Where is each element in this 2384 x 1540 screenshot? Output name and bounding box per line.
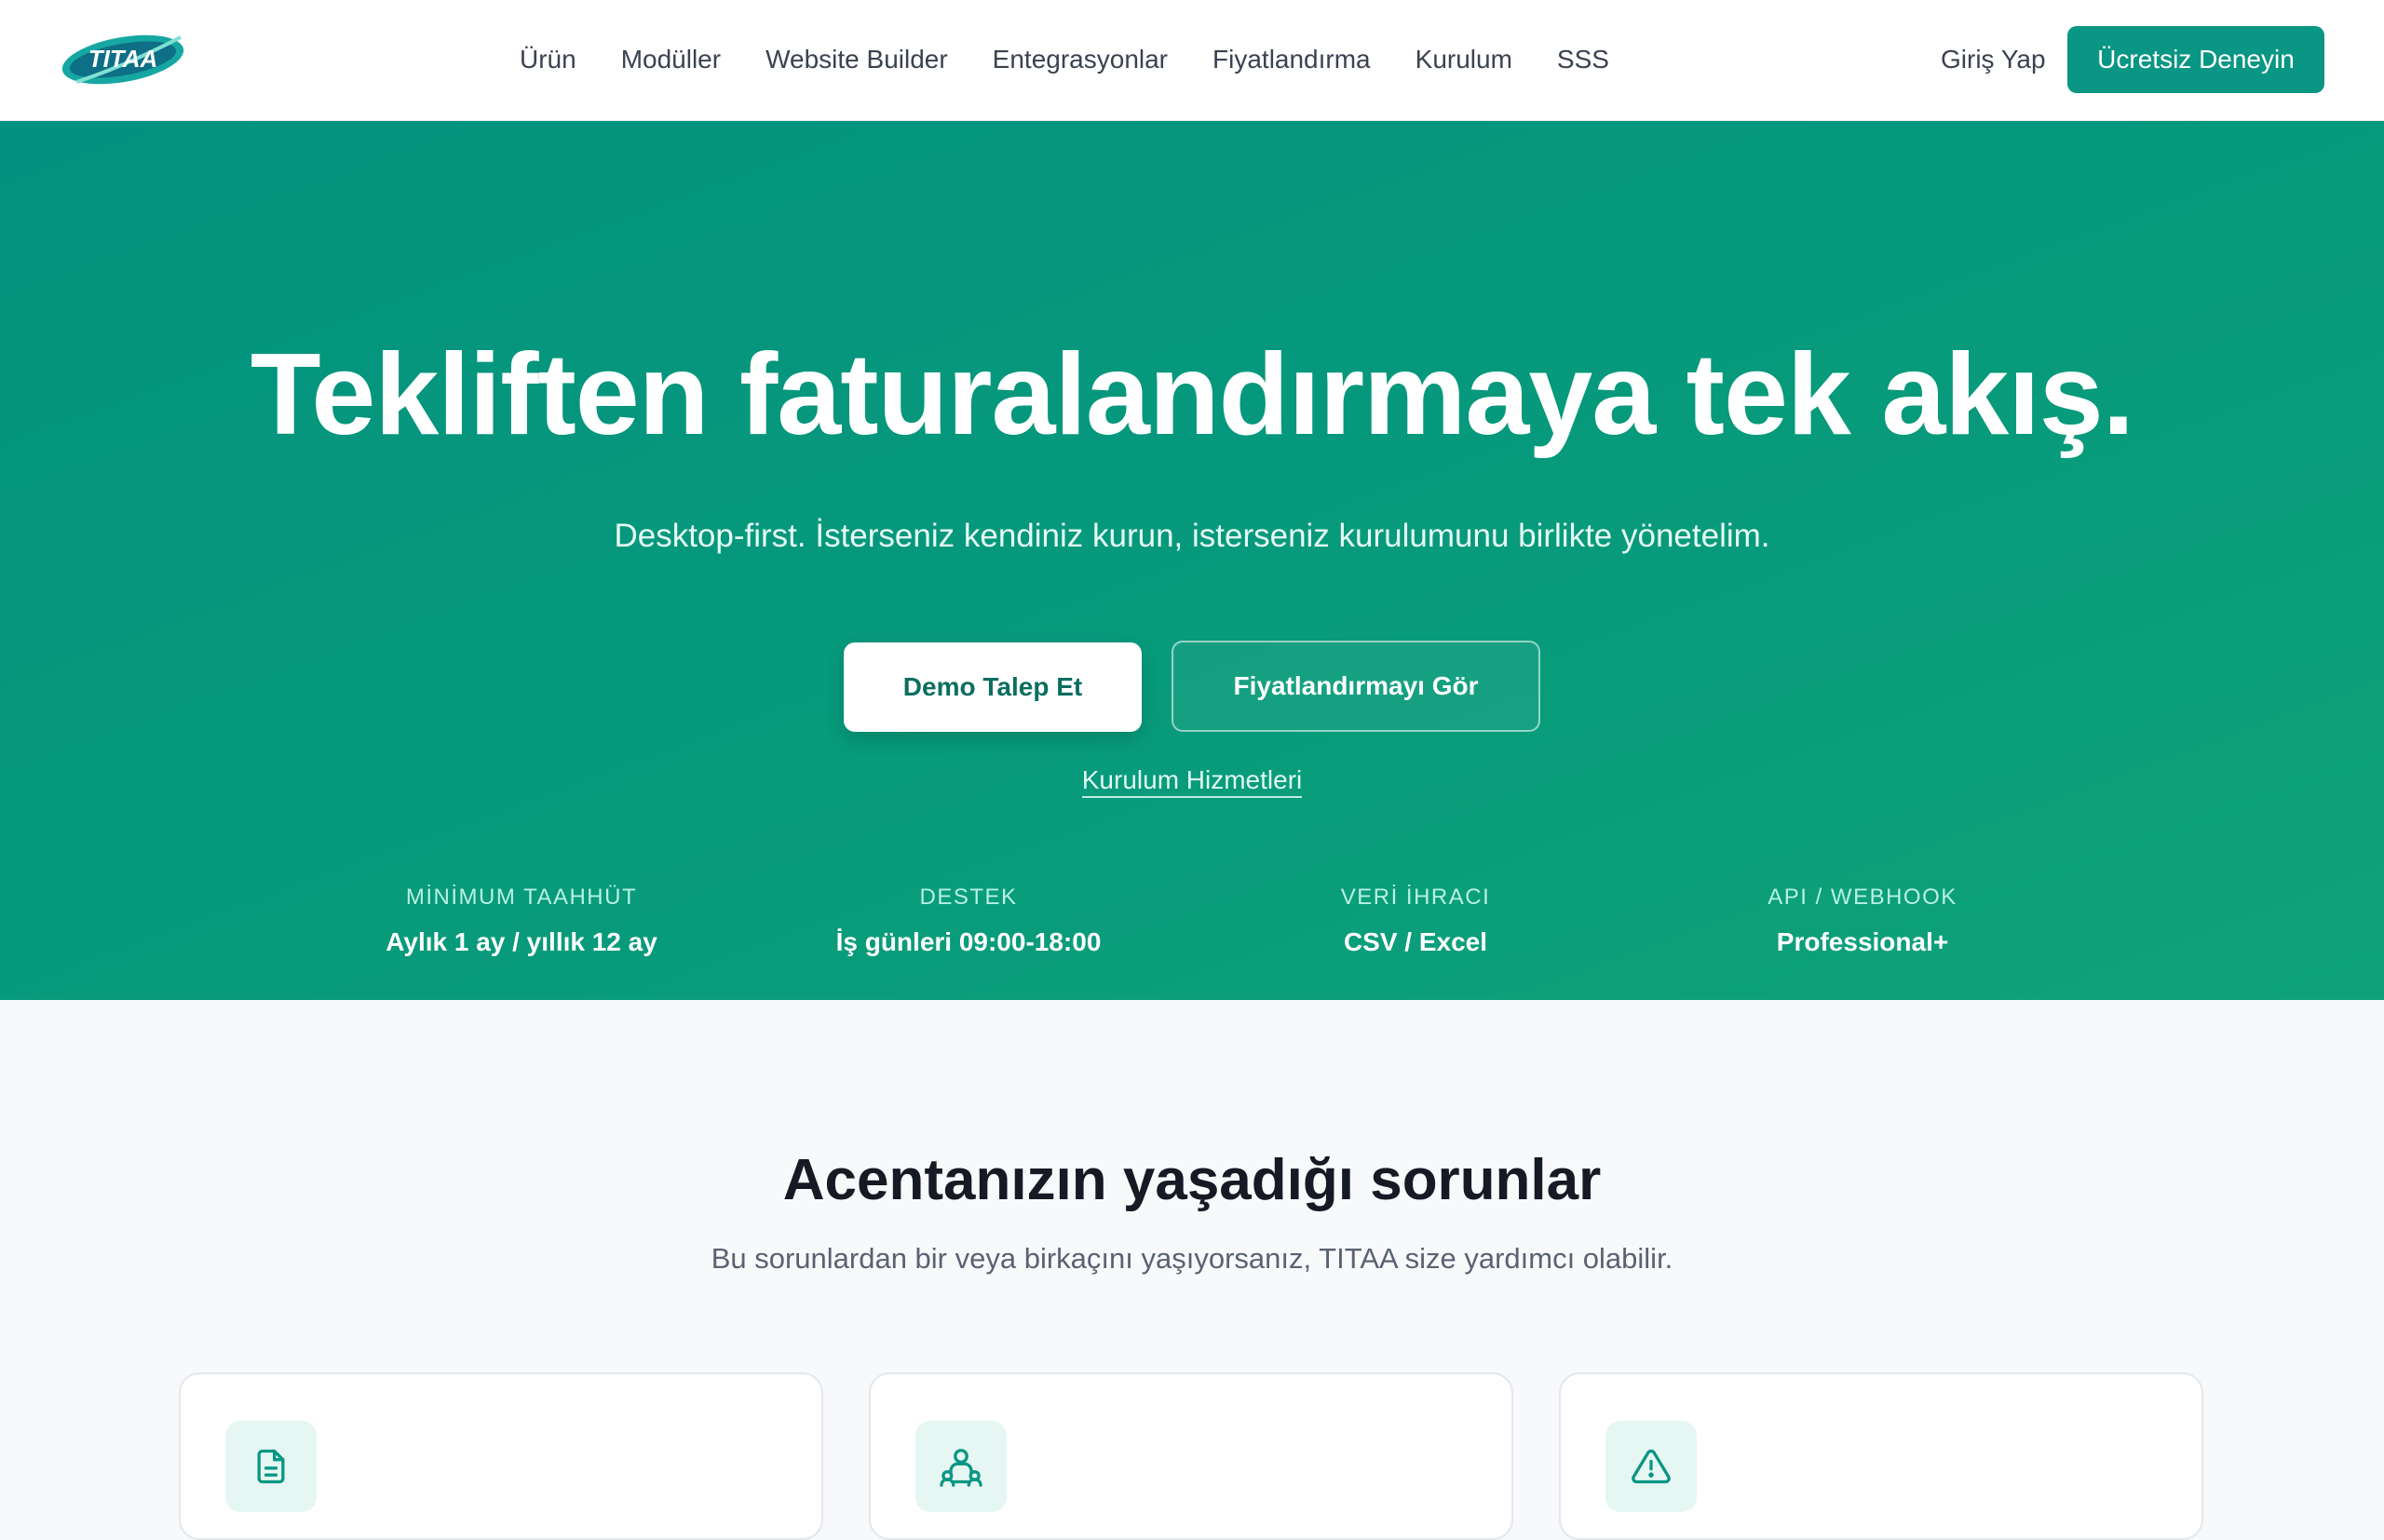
document-icon bbox=[225, 1421, 317, 1512]
nav-link-sss[interactable]: SSS bbox=[1557, 45, 1609, 74]
view-pricing-button[interactable]: Fiyatlandırmayı Gör bbox=[1172, 641, 1540, 732]
main-menu: Ürün Modüller Website Builder Entegrasyo… bbox=[520, 41, 1609, 78]
hero-subtitle: Desktop-first. İsterseniz kendiniz kurun… bbox=[614, 518, 1770, 554]
stat-value: Professional+ bbox=[1776, 927, 1949, 956]
stat-data-export: VERİ İHRACI CSV / Excel bbox=[1192, 885, 1639, 957]
nav-link-kurulum[interactable]: Kurulum bbox=[1416, 45, 1512, 74]
nav-link-urun[interactable]: Ürün bbox=[520, 45, 576, 74]
login-link[interactable]: Giriş Yap bbox=[1941, 41, 2046, 78]
problem-card bbox=[1559, 1372, 2203, 1540]
setup-services-link-wrap: Kurulum Hizmetleri bbox=[0, 765, 2384, 798]
nav-link-website-builder[interactable]: Website Builder bbox=[765, 45, 948, 74]
logo-text: TITAA bbox=[88, 45, 158, 73]
request-demo-button[interactable]: Demo Talep Et bbox=[844, 642, 1142, 732]
problems-title: Acentanızın yaşadığı sorunlar bbox=[782, 1148, 1602, 1212]
stat-value: İş günleri 09:00-18:00 bbox=[835, 927, 1102, 956]
stat-label: DESTEK bbox=[919, 885, 1018, 910]
titaa-logo[interactable]: TITAA bbox=[58, 24, 190, 95]
nav-link-moduller[interactable]: Modüller bbox=[621, 45, 721, 74]
stat-label: MİNİMUM TAAHHÜT bbox=[405, 885, 638, 910]
stat-support: DESTEK İş günleri 09:00-18:00 bbox=[745, 885, 1192, 957]
nav-link-fiyatlandirma[interactable]: Fiyatlandırma bbox=[1212, 45, 1371, 74]
stat-value: Aylık 1 ay / yıllık 12 ay bbox=[386, 927, 657, 956]
hero-section: Tekliften faturalandırmaya tek akış. Des… bbox=[0, 121, 2384, 1000]
setup-services-link[interactable]: Kurulum Hizmetleri bbox=[1081, 765, 1303, 798]
users-icon bbox=[915, 1421, 1007, 1512]
nav-link-entegrasyonlar[interactable]: Entegrasyonlar bbox=[993, 45, 1168, 74]
problems-subtitle: Bu sorunlardan bir veya birkaçını yaşıyo… bbox=[711, 1242, 1673, 1275]
stat-label: API / WEBHOOK bbox=[1768, 885, 1957, 910]
stat-commitment: MİNİMUM TAAHHÜT Aylık 1 ay / yıllık 12 a… bbox=[298, 885, 745, 957]
hero-title: Tekliften faturalandırmaya tek akış. bbox=[250, 331, 2134, 459]
stat-label: VERİ İHRACI bbox=[1340, 885, 1491, 910]
free-trial-button[interactable]: Ücretsiz Deneyin bbox=[2067, 26, 2324, 93]
problem-card bbox=[179, 1372, 823, 1540]
stat-value: CSV / Excel bbox=[1343, 927, 1488, 956]
stat-api: API / WEBHOOK Professional+ bbox=[1639, 885, 2086, 957]
warning-icon bbox=[1605, 1421, 1697, 1512]
problem-card bbox=[869, 1372, 1513, 1540]
top-navbar: TITAA Ürün Modüller Website Builder Ente… bbox=[0, 0, 2384, 121]
